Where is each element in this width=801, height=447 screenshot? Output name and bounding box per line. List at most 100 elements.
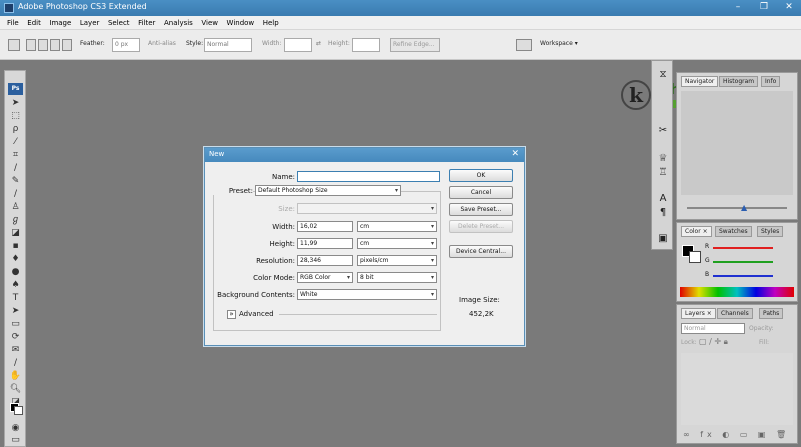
path-selection-tool-icon[interactable]: ➤ [9,306,22,317]
tab-histogram[interactable]: Histogram [719,76,759,87]
subtract-selection-icon[interactable] [50,39,60,51]
marquee-preset-icon[interactable] [8,39,20,51]
menu-image[interactable]: Image [46,16,74,30]
type-tool-icon[interactable]: T [9,293,22,304]
background-contents-select[interactable]: White ▾ [297,289,437,300]
healing-brush-tool-icon[interactable]: ✎ [9,176,22,187]
panel-icon-strip: ⧖ ✂ ♕ ♖ A ¶ ▣ [651,60,673,250]
pen-tool-icon[interactable]: ♠ [9,280,22,291]
crop-tool-icon[interactable]: ⌗ [9,150,22,161]
eraser-tool-icon[interactable]: ◪ [9,228,22,239]
tab-swatches[interactable]: Swatches [715,226,752,237]
gradient-tool-icon[interactable]: ▪ [9,241,22,252]
slice-tool-icon[interactable]: ∕ [9,163,22,174]
marquee-tool-icon[interactable]: ⬚ [9,111,22,122]
red-slider[interactable] [713,247,773,249]
brushes-panel-icon[interactable]: ♕ [656,153,670,165]
width-unit-select[interactable]: cm ▾ [357,221,437,232]
dodge-tool-icon[interactable]: ● [9,267,22,278]
layer-comps-panel-icon[interactable]: ▣ [656,233,670,245]
layers-footer-icons[interactable]: ∞ fx ◐ ▭ ▣ 🗑︎ [683,430,790,439]
advanced-expand-toggle[interactable]: » [227,310,236,319]
resolution-unit-select[interactable]: pixels/cm ▾ [357,255,437,266]
tab-styles[interactable]: Styles [757,226,784,237]
menu-window[interactable]: Window [224,16,258,30]
notes-tool-icon[interactable]: ✉ [9,345,22,356]
tab-navigator[interactable]: Navigator [681,76,719,87]
color-spectrum-bar[interactable] [680,287,794,297]
preset-select[interactable]: Default Photoshop Size ▾ [255,185,401,196]
width-input[interactable] [284,38,312,52]
bit-depth-select[interactable]: 8 bit ▾ [357,272,437,283]
clone-stamp-tool-icon[interactable]: ♙ [9,202,22,213]
swap-icon[interactable]: ⇄ [316,40,321,47]
style-select[interactable]: Normal [204,38,252,52]
tab-paths[interactable]: Paths [759,308,784,319]
navigator-zoom-slider[interactable] [687,207,787,209]
menu-file[interactable]: File [4,16,22,30]
antialias-checkbox[interactable]: Anti-alias [148,40,176,47]
restore-button[interactable]: ❐ [751,1,777,14]
tab-info[interactable]: Info [761,76,781,87]
green-slider[interactable] [713,261,773,263]
save-preset-button[interactable]: Save Preset... [449,203,513,216]
move-tool-icon[interactable]: ➤ [9,98,22,109]
tab-channels[interactable]: Channels [717,308,753,319]
workspace-menu[interactable]: Workspace ▾ [540,40,578,47]
menu-filter[interactable]: Filter [135,16,158,30]
bit-depth-value: 8 bit [360,274,374,281]
blur-tool-icon[interactable]: ♦ [9,254,22,265]
menu-help[interactable]: Help [260,16,282,30]
screen-mode-icon[interactable]: ▭ [9,435,22,446]
height-input[interactable] [352,38,380,52]
intersect-selection-icon[interactable] [62,39,72,51]
brush-tool-icon[interactable]: ∕ [9,189,22,200]
quick-mask-icon[interactable]: ◉ [9,423,22,434]
3d-rotate-tool-icon[interactable]: ⟳ [9,332,22,343]
width-input[interactable]: 16,02 [297,221,353,232]
clone-source-panel-icon[interactable]: ♖ [656,167,670,179]
character-panel-icon[interactable]: A [656,193,670,205]
menu-select[interactable]: Select [105,16,133,30]
tab-color[interactable]: Color × [681,226,712,237]
minimize-button[interactable]: – [725,1,751,14]
menu-edit[interactable]: Edit [24,16,44,30]
device-central-button[interactable]: Device Central... [449,245,513,258]
lasso-tool-icon[interactable]: ρ [9,124,22,135]
magic-wand-tool-icon[interactable]: ⁄ [9,137,22,148]
height-input[interactable]: 11,99 [297,238,353,249]
new-selection-icon[interactable] [26,39,36,51]
color-bg-swatch[interactable] [689,251,701,263]
height-unit-select[interactable]: cm ▾ [357,238,437,249]
resolution-unit-value: pixels/cm [360,257,389,264]
bridge-icon[interactable] [516,39,532,51]
tab-layers[interactable]: Layers × [681,308,716,319]
paragraph-panel-icon[interactable]: ¶ [656,207,670,219]
color-mode-select[interactable]: RGB Color ▾ [297,272,353,283]
shape-tool-icon[interactable]: ▭ [9,319,22,330]
blue-slider[interactable] [713,275,773,277]
refine-edge-button[interactable]: Refine Edge... [390,38,440,52]
zoom-slider-thumb[interactable]: ▲ [741,203,747,212]
hand-tool-icon[interactable]: ✋ [9,371,22,382]
history-brush-tool-icon[interactable]: ℊ [9,215,22,226]
history-panel-icon[interactable]: ⧖ [656,69,670,81]
lock-icons[interactable]: ▢ ∕ ✛ 🔒︎ [699,337,728,347]
background-color-swatch[interactable] [14,406,23,415]
tools-panel-icon[interactable]: ✂ [656,125,670,137]
dialog-close-icon[interactable]: ✕ [511,149,519,159]
close-button[interactable]: ✕ [776,1,801,14]
menu-view[interactable]: View [198,16,221,30]
cancel-button[interactable]: Cancel [449,186,513,199]
zoom-tool-icon[interactable]: 🔍︎ [9,384,22,395]
width-label: Width: [262,40,282,47]
ok-button[interactable]: OK [449,169,513,182]
eyedropper-tool-icon[interactable]: ∕ [9,358,22,369]
feather-input[interactable]: 0 px [112,38,140,52]
add-selection-icon[interactable] [38,39,48,51]
menu-layer[interactable]: Layer [77,16,103,30]
blend-mode-select[interactable]: Normal [681,323,745,334]
menu-analysis[interactable]: Analysis [161,16,196,30]
name-input[interactable] [297,171,440,182]
resolution-input[interactable]: 28,346 [297,255,353,266]
